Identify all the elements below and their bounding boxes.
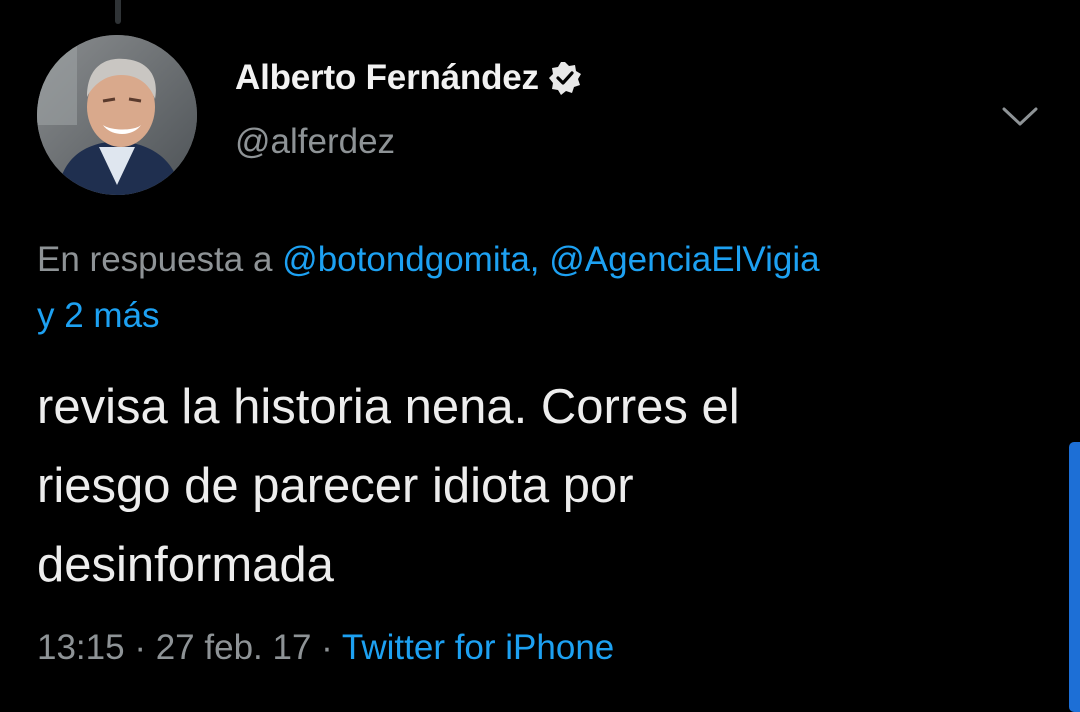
tweet-text-line: riesgo de parecer idiota por <box>37 459 634 513</box>
thread-connector-line <box>115 0 121 24</box>
tweet-text-line: revisa la historia nena. Corres el <box>37 380 740 434</box>
tweet-metadata: 13:15 · 27 feb. 17 · Twitter for iPhone <box>37 628 614 668</box>
avatar[interactable] <box>37 35 197 195</box>
tweet-text-line: desinformada <box>37 538 334 592</box>
tweet-date: 27 feb. 17 <box>155 628 312 667</box>
meta-separator: · <box>134 628 146 667</box>
reply-context: En respuesta a @botondgomita, @AgenciaEl… <box>37 232 1042 344</box>
verified-badge-icon <box>547 60 583 96</box>
author-display-name[interactable]: Alberto Fernández <box>235 58 539 98</box>
author-handle[interactable]: @alferdez <box>235 122 395 162</box>
mention-link[interactable]: @AgenciaElVigia <box>549 240 819 279</box>
reply-prefix: En respuesta a <box>37 240 273 279</box>
author-name-row[interactable]: Alberto Fernández <box>235 58 583 98</box>
tweet-text: revisa la historia nena. Corres el riesg… <box>37 368 1037 605</box>
scrollbar-thumb[interactable] <box>1069 442 1080 712</box>
chevron-down-icon[interactable] <box>1000 102 1040 132</box>
reply-more-link[interactable]: y 2 más <box>37 296 160 335</box>
mention-link[interactable]: @botondgomita, <box>282 240 539 279</box>
avatar-photo <box>37 35 197 195</box>
tweet-source-link[interactable]: Twitter for iPhone <box>342 628 614 667</box>
meta-separator: · <box>321 628 333 667</box>
tweet-time: 13:15 <box>37 628 125 667</box>
